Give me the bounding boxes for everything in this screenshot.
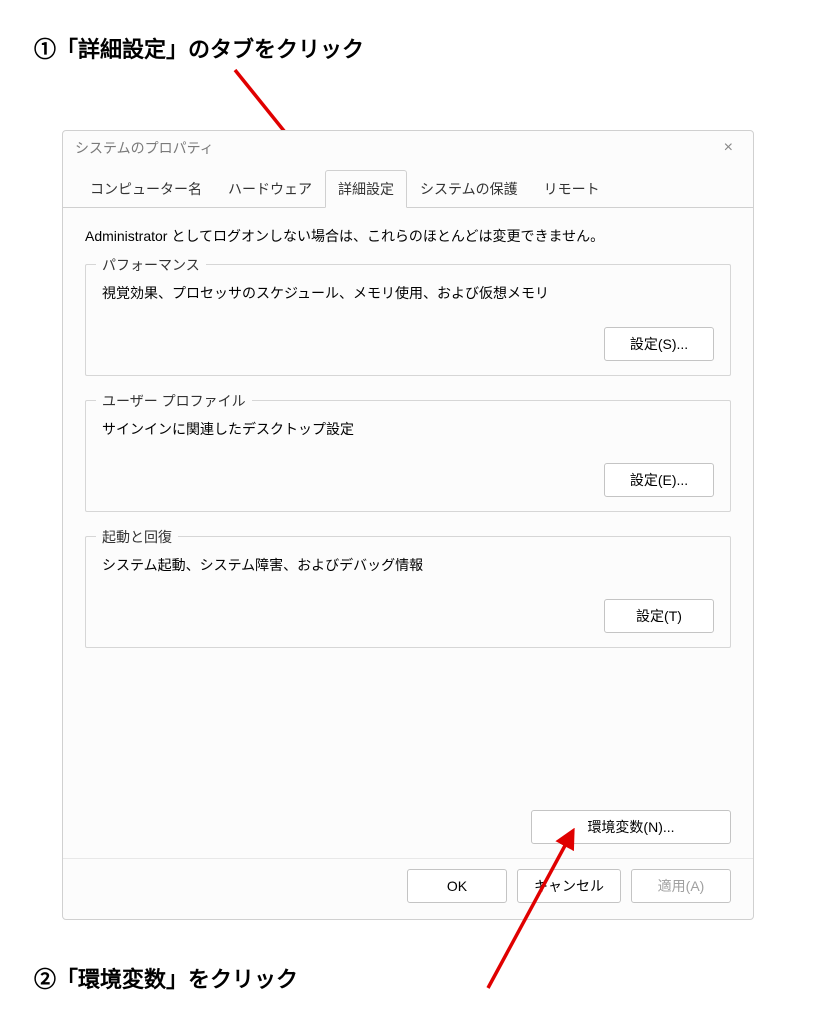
tab-system-protection[interactable]: システムの保護 (407, 170, 531, 208)
dialog-footer: OK キャンセル 適用(A) (63, 858, 753, 919)
titlebar: システムのプロパティ × (63, 131, 753, 165)
user-profile-settings-button[interactable]: 設定(E)... (604, 463, 714, 497)
performance-desc: 視覚効果、プロセッサのスケジュール、メモリ使用、および仮想メモリ (102, 283, 714, 303)
environment-variables-button[interactable]: 環境変数(N)... (531, 810, 731, 844)
tab-content: Administrator としてログオンしない場合は、これらのほとんどは変更で… (63, 208, 753, 810)
startup-group: 起動と回復 システム起動、システム障害、およびデバッグ情報 設定(T) (85, 536, 731, 648)
tab-computer-name[interactable]: コンピューター名 (77, 170, 215, 208)
performance-settings-button[interactable]: 設定(S)... (604, 327, 714, 361)
ok-button[interactable]: OK (407, 869, 507, 903)
tab-strip: コンピューター名 ハードウェア 詳細設定 システムの保護 リモート (63, 169, 753, 208)
tab-advanced[interactable]: 詳細設定 (325, 170, 407, 208)
startup-desc: システム起動、システム障害、およびデバッグ情報 (102, 555, 714, 575)
cancel-button[interactable]: キャンセル (517, 869, 621, 903)
admin-note: Administrator としてログオンしない場合は、これらのほとんどは変更で… (85, 226, 731, 246)
user-profile-group: ユーザー プロファイル サインインに関連したデスクトップ設定 設定(E)... (85, 400, 731, 512)
annotation-step-2: ②「環境変数」をクリック (34, 962, 298, 994)
performance-group: パフォーマンス 視覚効果、プロセッサのスケジュール、メモリ使用、および仮想メモリ… (85, 264, 731, 376)
user-profile-desc: サインインに関連したデスクトップ設定 (102, 419, 714, 439)
apply-button[interactable]: 適用(A) (631, 869, 731, 903)
dialog-title: システムのプロパティ (75, 138, 214, 158)
system-properties-dialog: システムのプロパティ × コンピューター名 ハードウェア 詳細設定 システムの保… (62, 130, 754, 920)
startup-settings-button[interactable]: 設定(T) (604, 599, 714, 633)
startup-legend: 起動と回復 (96, 527, 178, 547)
user-profile-legend: ユーザー プロファイル (96, 391, 252, 411)
performance-legend: パフォーマンス (96, 255, 206, 275)
tab-remote[interactable]: リモート (531, 170, 613, 208)
annotation-step-1: ①「詳細設定」のタブをクリック (34, 32, 364, 64)
tab-hardware[interactable]: ハードウェア (215, 170, 325, 208)
close-icon[interactable]: × (716, 135, 741, 161)
